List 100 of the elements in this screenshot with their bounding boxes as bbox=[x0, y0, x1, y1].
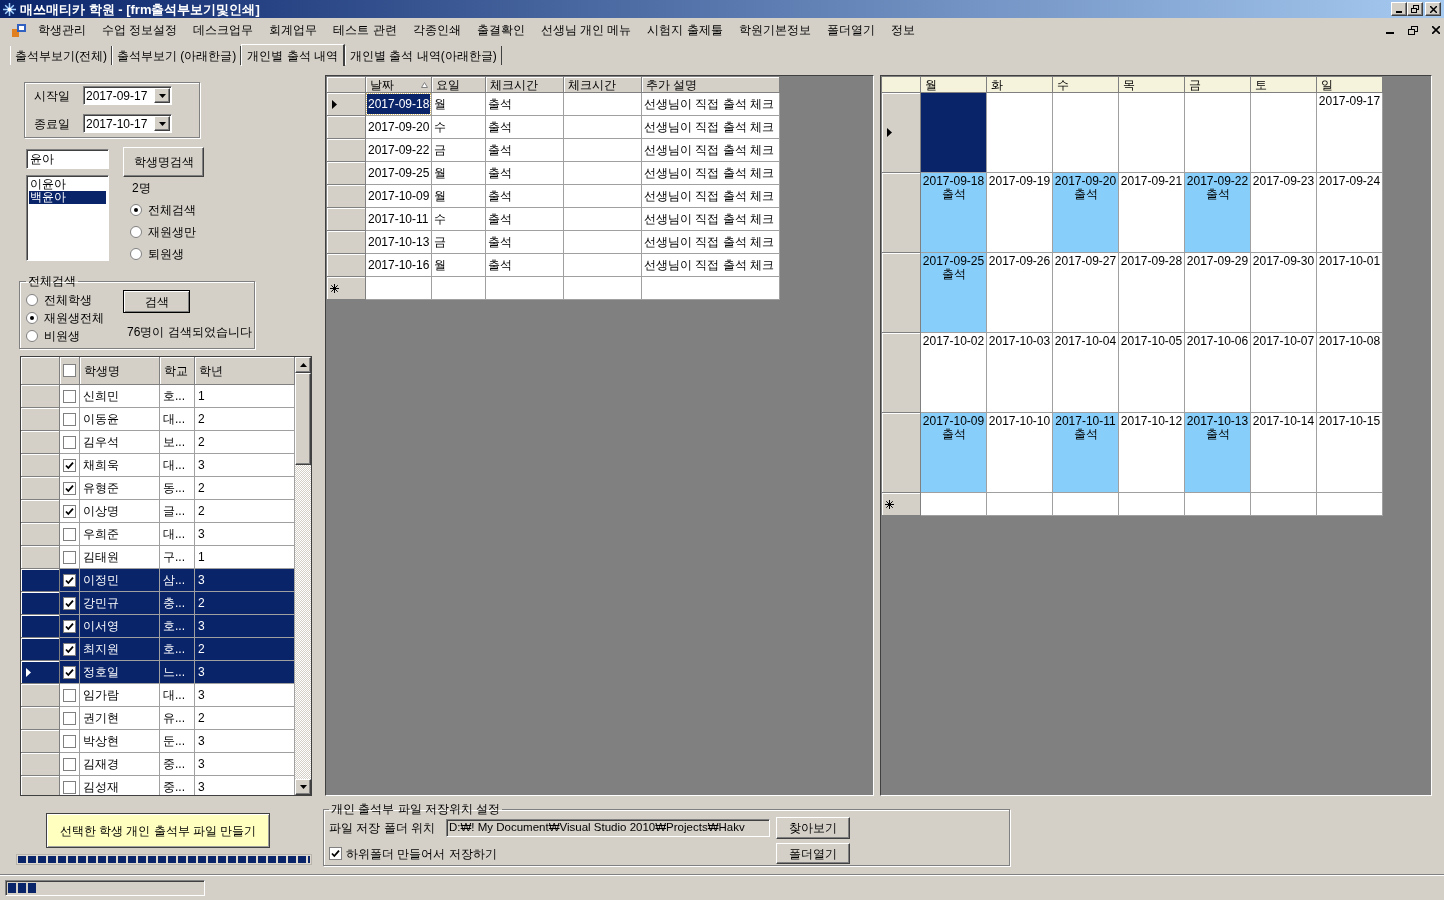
tab[interactable]: 개인별 출석 내역 bbox=[241, 44, 345, 66]
column-header[interactable]: 날짜 bbox=[366, 77, 432, 93]
table-row[interactable]: 신희민 호... 1 bbox=[21, 385, 295, 408]
checkbox[interactable] bbox=[329, 847, 342, 860]
column-header[interactable]: 체크시간 bbox=[486, 77, 564, 93]
checkbox[interactable] bbox=[63, 780, 76, 794]
calendar-cell[interactable]: 2017-09-20 출석 bbox=[1053, 173, 1119, 253]
dropdown-button[interactable] bbox=[154, 88, 170, 103]
checkbox[interactable] bbox=[63, 757, 76, 771]
row-header[interactable] bbox=[21, 615, 60, 638]
window-icon[interactable] bbox=[12, 23, 26, 37]
calendar-cell[interactable]: 2017-10-04 bbox=[1053, 333, 1119, 413]
table-row[interactable]: 최지원 호... 2 bbox=[21, 638, 295, 661]
calendar-cell[interactable] bbox=[987, 93, 1053, 173]
column-header[interactable]: 추가 설명 bbox=[642, 77, 780, 93]
calendar-cell[interactable]: 2017-09-24 bbox=[1317, 173, 1383, 253]
calendar-cell[interactable] bbox=[1119, 93, 1185, 173]
calendar-cell[interactable]: 2017-10-11 출석 bbox=[1053, 413, 1119, 493]
radio-button[interactable] bbox=[26, 311, 38, 324]
calendar-cell[interactable]: 2017-09-22 출석 bbox=[1185, 173, 1251, 253]
calendar-cell[interactable]: 2017-09-23 bbox=[1251, 173, 1317, 253]
folder-path-field[interactable]: D:₩! My Document₩Visual Studio 2010₩Projects₩Hakv bbox=[446, 819, 770, 837]
calendar-cell[interactable]: 2017-10-07 bbox=[1251, 333, 1317, 413]
column-header[interactable]: 학교 bbox=[160, 357, 195, 385]
table-row[interactable]: 박상현 둔... 3 bbox=[21, 730, 295, 753]
create-file-button[interactable]: 선택한 학생 개인 출석부 파일 만들기 bbox=[46, 813, 270, 848]
calendar-cell[interactable]: 2017-09-30 bbox=[1251, 253, 1317, 333]
calendar-cell[interactable]: 2017-09-29 bbox=[1185, 253, 1251, 333]
checkbox[interactable] bbox=[63, 619, 76, 633]
table-row[interactable]: 채희욱 대... 3 bbox=[21, 454, 295, 477]
checkbox[interactable] bbox=[63, 458, 76, 472]
calendar-cell[interactable]: 2017-09-26 bbox=[987, 253, 1053, 333]
checkbox[interactable] bbox=[63, 389, 76, 403]
menu-item[interactable]: 데스크업무 bbox=[185, 21, 262, 39]
menu-item[interactable]: 수업 정보설정 bbox=[94, 21, 186, 39]
list-item[interactable]: 이윤아 bbox=[29, 178, 106, 191]
table-row[interactable]: 우희준 대... 3 bbox=[21, 523, 295, 546]
calendar-cell[interactable]: 2017-10-12 bbox=[1119, 413, 1185, 493]
column-header[interactable]: 요일 bbox=[432, 77, 486, 93]
column-header[interactable]: 학년 bbox=[195, 357, 295, 385]
list-item[interactable]: 백윤아 bbox=[29, 191, 106, 204]
checkbox[interactable] bbox=[63, 527, 76, 541]
table-row[interactable]: 김성재 중... 3 bbox=[21, 776, 295, 795]
restore-button[interactable] bbox=[1407, 2, 1423, 16]
close-button[interactable] bbox=[1425, 2, 1441, 16]
calendar-cell[interactable]: 2017-10-08 bbox=[1317, 333, 1383, 413]
checkbox[interactable] bbox=[63, 504, 76, 518]
row-header[interactable] bbox=[21, 638, 60, 661]
menu-item[interactable]: 회계업무 bbox=[261, 21, 326, 39]
calendar-cell[interactable]: 2017-10-01 bbox=[1317, 253, 1383, 333]
dropdown-button[interactable] bbox=[154, 116, 170, 131]
radio-button[interactable] bbox=[130, 226, 142, 238]
close-icon[interactable] bbox=[1432, 26, 1440, 34]
checkbox[interactable] bbox=[63, 364, 76, 377]
row-header[interactable] bbox=[882, 493, 921, 516]
scroll-up-button[interactable] bbox=[295, 357, 311, 373]
date-picker[interactable]: 2017-10-17 bbox=[83, 114, 172, 133]
date-picker[interactable]: 2017-09-17 bbox=[83, 86, 172, 105]
menu-item[interactable]: 출결확인 bbox=[468, 21, 533, 39]
table-row[interactable]: 이서영 호... 3 bbox=[21, 615, 295, 638]
calendar-cell[interactable]: 2017-09-25 출석 bbox=[921, 253, 987, 333]
calendar-cell[interactable]: 2017-10-05 bbox=[1119, 333, 1185, 413]
row-header[interactable] bbox=[21, 569, 60, 592]
checkbox[interactable] bbox=[63, 665, 76, 679]
menu-item[interactable]: 시험지 출제툴 bbox=[639, 21, 731, 39]
open-folder-button[interactable]: 폴더열기 bbox=[776, 843, 850, 864]
browse-button[interactable]: 찾아보기 bbox=[776, 817, 850, 839]
scrollbar[interactable] bbox=[295, 357, 311, 795]
calendar-cell[interactable]: 2017-10-13 출석 bbox=[1185, 413, 1251, 493]
calendar-cell[interactable]: 2017-09-19 bbox=[987, 173, 1053, 253]
checkbox[interactable] bbox=[63, 596, 76, 610]
radio-button[interactable] bbox=[26, 293, 38, 306]
menu-item[interactable]: 각종인쇄 bbox=[404, 21, 469, 39]
menu-item[interactable]: 정보 bbox=[882, 21, 923, 39]
table-row[interactable]: 강민규 충... 2 bbox=[21, 592, 295, 615]
calendar-cell[interactable]: 2017-10-14 bbox=[1251, 413, 1317, 493]
row-header[interactable] bbox=[327, 277, 366, 300]
table-row[interactable]: 이동윤 대... 2 bbox=[21, 408, 295, 431]
search-button[interactable]: 검색 bbox=[123, 290, 190, 313]
calendar-cell[interactable]: 2017-09-27 bbox=[1053, 253, 1119, 333]
minimize-button[interactable] bbox=[1391, 2, 1407, 16]
checkbox[interactable] bbox=[63, 412, 76, 426]
table-row[interactable]: 김태원 구... 1 bbox=[21, 546, 295, 569]
search-button[interactable]: 학생명검색 bbox=[123, 147, 204, 177]
calendar-cell[interactable]: 2017-10-10 bbox=[987, 413, 1053, 493]
scroll-thumb[interactable] bbox=[295, 373, 311, 465]
menu-item[interactable]: 학원기본정보 bbox=[730, 21, 819, 39]
calendar-cell[interactable] bbox=[1251, 93, 1317, 173]
table-row[interactable]: 김우석 보... 2 bbox=[21, 431, 295, 454]
table-row[interactable]: 권기현 유... 2 bbox=[21, 707, 295, 730]
calendar-cell[interactable]: 2017-10-02 bbox=[921, 333, 987, 413]
menu-item[interactable]: 학생관리 bbox=[30, 21, 94, 39]
checkbox[interactable] bbox=[63, 481, 76, 495]
radio-button[interactable] bbox=[130, 248, 142, 260]
checkbox[interactable] bbox=[63, 688, 76, 702]
radio-button[interactable] bbox=[130, 204, 142, 216]
radio-button[interactable] bbox=[26, 329, 38, 342]
table-row[interactable]: 이정민 삼... 3 bbox=[21, 569, 295, 592]
checkbox[interactable] bbox=[63, 642, 76, 656]
column-header[interactable]: 체크시간 bbox=[564, 77, 642, 93]
